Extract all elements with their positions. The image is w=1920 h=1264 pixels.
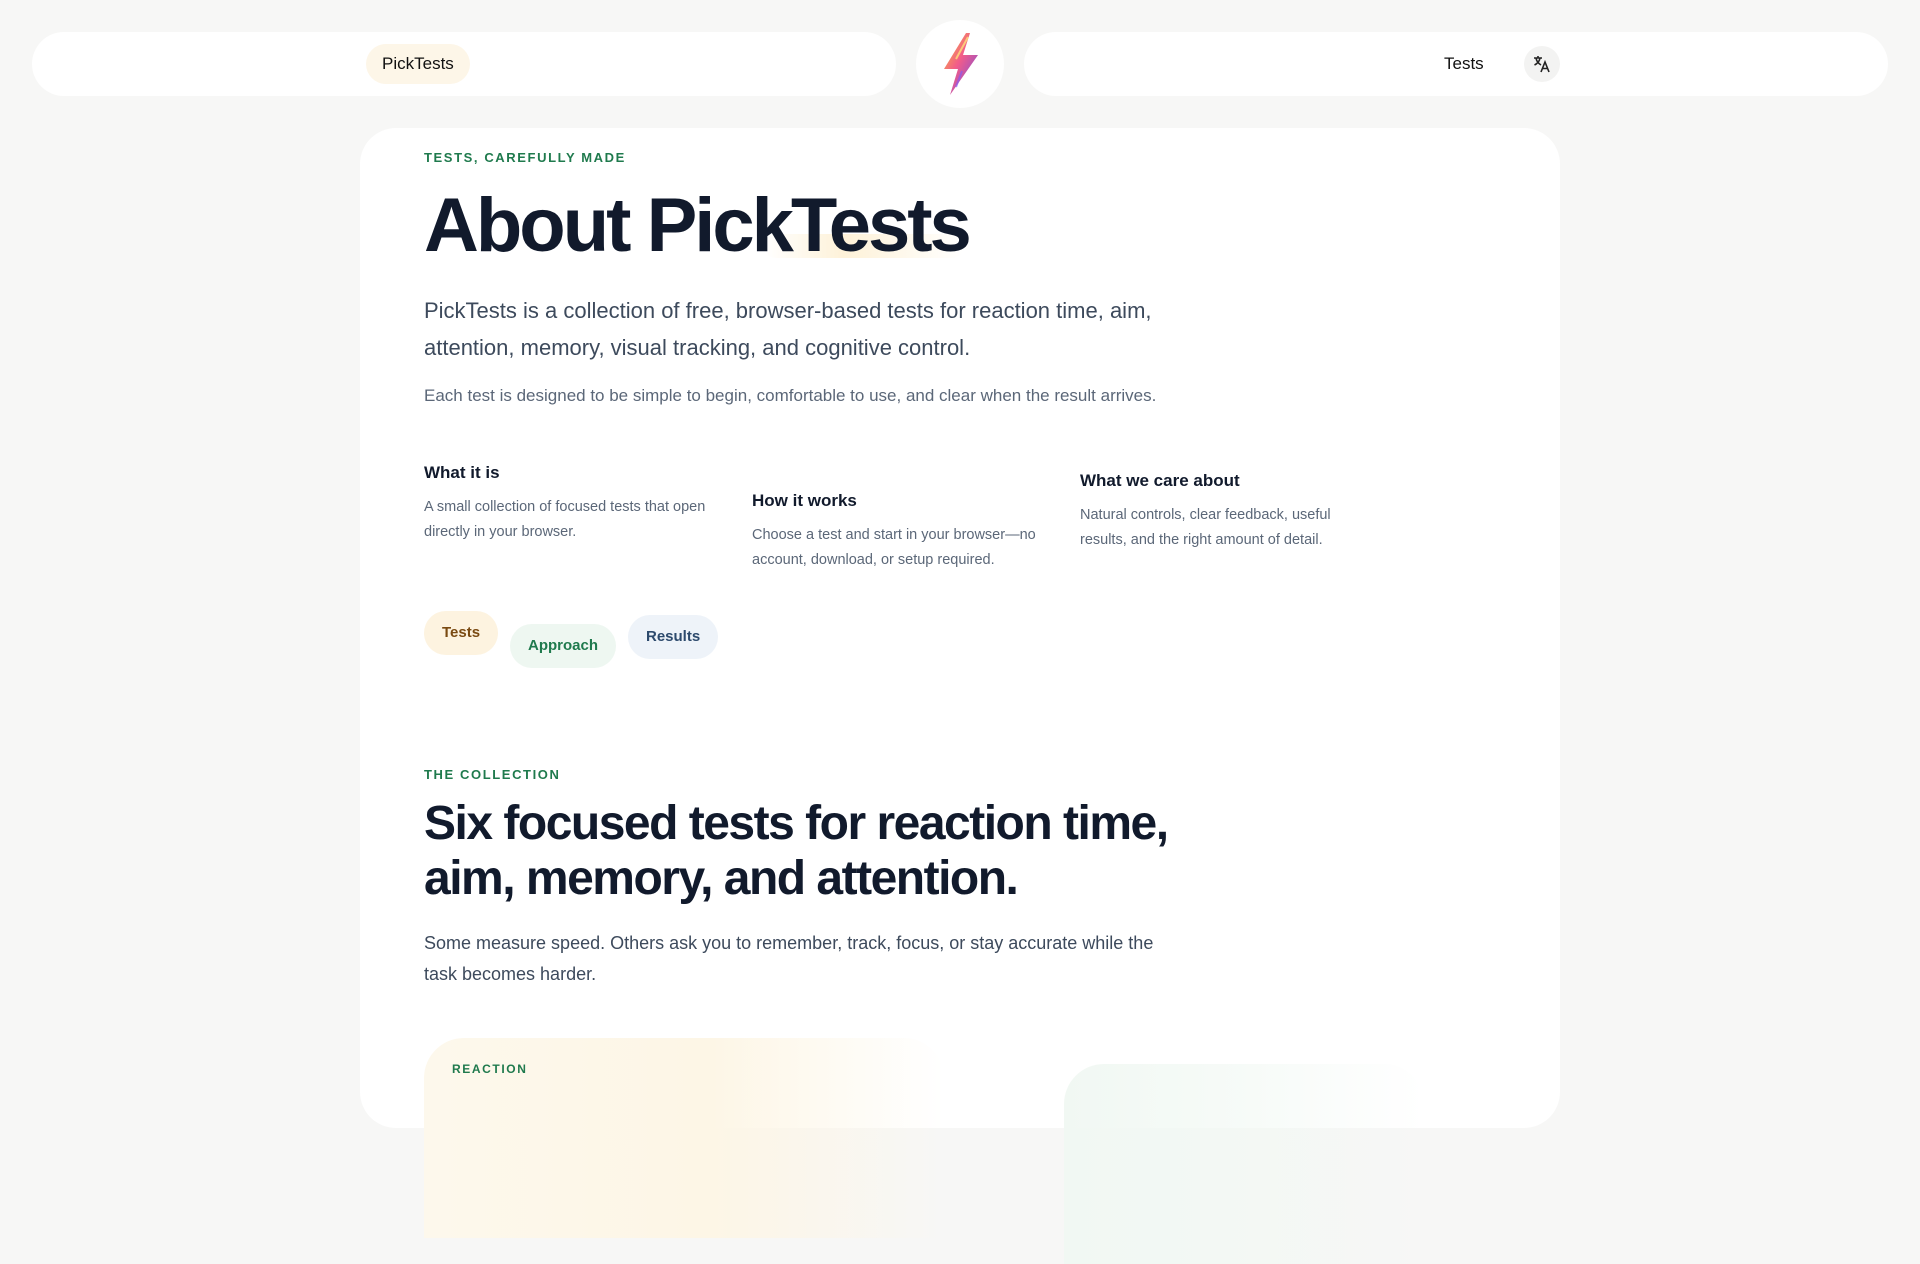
tile-eyebrow: REACTION	[452, 1062, 528, 1076]
feature-body: Choose a test and start in your browser—…	[752, 527, 1036, 568]
brand-link[interactable]: PickTests	[366, 44, 470, 84]
lightning-bolt-icon	[944, 33, 978, 95]
feature-title: What we care about	[1080, 471, 1240, 490]
collection-eyebrow: THE COLLECTION	[424, 767, 561, 782]
feature-title: What it is	[424, 463, 500, 482]
chip-tests[interactable]: Tests	[424, 611, 499, 655]
feature-title: How it works	[752, 491, 857, 510]
top-navigation: PickTests Tests	[0, 20, 1920, 108]
collection-body: Some measure speed. Others ask you to re…	[424, 933, 1154, 984]
feature-what-it-is: What it is A small collection of focused…	[424, 463, 724, 545]
feature-how-it-works: How it works Choose a test and start in …	[752, 491, 1052, 573]
feature-body: A small collection of focused tests that…	[424, 499, 706, 540]
chip-results[interactable]: Results	[628, 615, 719, 659]
hero-sub: Each test is designed to be simple to be…	[424, 386, 1157, 405]
translate-icon	[1534, 56, 1550, 73]
logo[interactable]	[916, 20, 1004, 108]
hero-eyebrow: TESTS, CAREFULLY MADE	[424, 150, 626, 165]
collection-title: Six focused tests for reaction time, aim…	[424, 797, 1169, 905]
nav-tests-link[interactable]: Tests	[1444, 44, 1484, 84]
about-card: TESTS, CAREFULLY MADE About PickTests Pi…	[360, 128, 1560, 1264]
page-title: About PickTests	[424, 183, 972, 268]
test-tile[interactable]	[1064, 1064, 1424, 1264]
language-button[interactable]	[1524, 46, 1560, 82]
nav-right-pill: Tests	[1024, 32, 1888, 96]
nav-left-pill: PickTests	[32, 32, 896, 96]
hero-lead: PickTests is a collection of free, brows…	[424, 298, 1152, 360]
test-tile-reaction[interactable]: REACTION	[424, 1038, 944, 1238]
feature-what-we-care-about: What we care about Natural controls, cle…	[1080, 471, 1380, 553]
chip-approach[interactable]: Approach	[510, 624, 617, 668]
feature-body: Natural controls, clear feedback, useful…	[1080, 507, 1331, 548]
